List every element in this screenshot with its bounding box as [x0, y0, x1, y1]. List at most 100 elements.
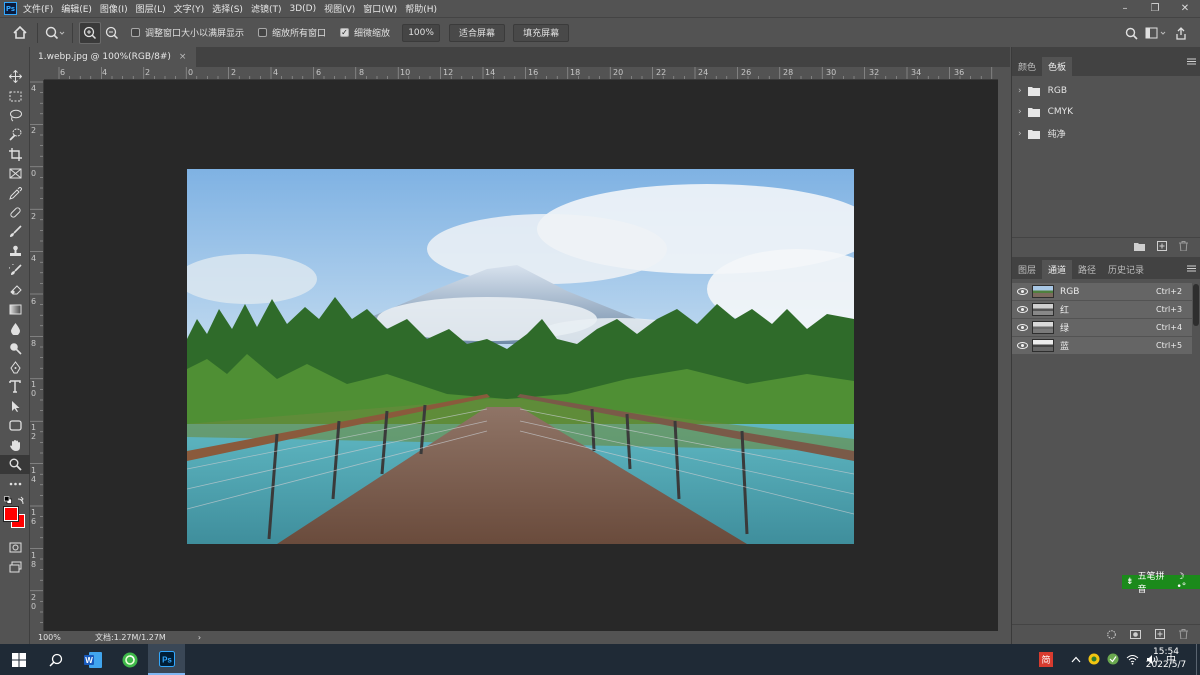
- new-swatch-icon[interactable]: [1157, 241, 1167, 251]
- channel-row-red[interactable]: 红 Ctrl+3: [1012, 301, 1192, 319]
- quick-mask-icon[interactable]: [0, 538, 30, 557]
- default-colors-icon[interactable]: [4, 495, 12, 507]
- status-zoom-value[interactable]: 100%: [38, 633, 93, 642]
- document-tab[interactable]: 1.webp.jpg @ 100%(RGB/8#) ×: [30, 47, 197, 67]
- channel-row-green[interactable]: 绿 Ctrl+4: [1012, 319, 1192, 337]
- gradient-tool-icon[interactable]: [0, 300, 30, 319]
- panel-menu-icon[interactable]: [1187, 265, 1196, 275]
- windows-start-icon[interactable]: [0, 644, 37, 675]
- tab-color[interactable]: 颜色: [1012, 57, 1042, 76]
- chevron-right-icon[interactable]: ›: [1018, 107, 1022, 117]
- vertical-ruler[interactable]: 4 2 0 2 4 6 8 1 0 1 2 1 4 1 6 1 8 2 0: [30, 80, 44, 631]
- zoom-tool-preset-icon[interactable]: [44, 22, 66, 44]
- resize-windows-checkbox[interactable]: 调整窗口大小以满屏显示: [131, 26, 244, 39]
- move-tool-icon[interactable]: [0, 67, 30, 86]
- menu-select[interactable]: 选择(S): [212, 2, 243, 15]
- vertical-scrollbar[interactable]: [998, 67, 1010, 631]
- tab-history[interactable]: 历史记录: [1102, 260, 1150, 279]
- tab-paths[interactable]: 路径: [1072, 260, 1102, 279]
- checkmark-icon[interactable]: ✓: [340, 28, 350, 37]
- eye-icon[interactable]: [1017, 288, 1028, 295]
- zoom-all-windows-checkbox[interactable]: 缩放所有窗口: [258, 26, 326, 39]
- word-app-icon[interactable]: W: [74, 644, 111, 675]
- tab-channels[interactable]: 通道: [1042, 260, 1073, 279]
- swatch-group-cmyk[interactable]: › CMYK: [1012, 102, 1200, 124]
- rectangle-tool-icon[interactable]: [0, 416, 30, 435]
- new-group-folder-icon[interactable]: [1134, 242, 1145, 251]
- menu-type[interactable]: 文字(Y): [174, 2, 205, 15]
- channel-row-blue[interactable]: 蓝 Ctrl+5: [1012, 337, 1192, 355]
- zoom-tool-icon[interactable]: [0, 454, 30, 475]
- channels-scrollbar[interactable]: [1193, 284, 1199, 326]
- menu-window[interactable]: 窗口(W): [363, 2, 397, 15]
- restore-icon[interactable]: ❐: [1140, 0, 1170, 17]
- close-icon[interactable]: ✕: [1170, 0, 1200, 17]
- brush-tool-icon[interactable]: [0, 222, 30, 241]
- zoom-out-icon[interactable]: [101, 22, 123, 44]
- scrubby-zoom-checkbox[interactable]: ✓ 细微缩放: [340, 26, 390, 39]
- search-icon[interactable]: [37, 644, 74, 675]
- clock[interactable]: 15:54 2022/5/7: [1142, 646, 1190, 672]
- path-selection-tool-icon[interactable]: [0, 397, 30, 416]
- fill-screen-button[interactable]: 填充屏幕: [513, 23, 570, 42]
- hand-tool-icon[interactable]: [0, 435, 30, 454]
- swap-colors-icon[interactable]: [17, 496, 26, 508]
- pen-tool-icon[interactable]: [0, 358, 30, 377]
- minimize-icon[interactable]: –: [1110, 0, 1140, 17]
- tab-layers[interactable]: 图层: [1012, 260, 1042, 279]
- channel-row-rgb[interactable]: RGB Ctrl+2: [1012, 283, 1192, 301]
- menu-filter[interactable]: 滤镜(T): [251, 2, 282, 15]
- chevron-right-icon[interactable]: ›: [1018, 129, 1022, 139]
- eyedropper-tool-icon[interactable]: [0, 183, 30, 202]
- frame-tool-icon[interactable]: [0, 164, 30, 183]
- canvas-area[interactable]: [44, 80, 998, 631]
- tray-green-icon[interactable]: [1107, 653, 1119, 665]
- zoom-in-icon[interactable]: [79, 21, 101, 44]
- load-selection-icon[interactable]: [1107, 629, 1116, 639]
- workspace-icon[interactable]: [1142, 22, 1170, 44]
- chevron-right-icon[interactable]: ›: [1018, 86, 1022, 96]
- search-icon[interactable]: [1120, 22, 1142, 44]
- tab-swatches[interactable]: 色板: [1042, 57, 1073, 76]
- checkbox-unchecked[interactable]: [131, 28, 140, 37]
- status-menu-arrow-icon[interactable]: ›: [198, 633, 201, 642]
- eye-icon[interactable]: [1017, 342, 1028, 349]
- blur-tool-icon[interactable]: [0, 319, 30, 338]
- dodge-tool-icon[interactable]: [0, 338, 30, 357]
- new-channel-icon[interactable]: [1155, 629, 1165, 639]
- menu-edit[interactable]: 编辑(E): [61, 2, 92, 15]
- lasso-tool-icon[interactable]: [0, 106, 30, 125]
- menu-3d[interactable]: 3D(D): [289, 4, 316, 14]
- swatch-group-pure[interactable]: › 纯净: [1012, 123, 1200, 145]
- type-tool-icon[interactable]: [0, 377, 30, 396]
- menu-layer[interactable]: 图层(L): [136, 2, 166, 15]
- menu-help[interactable]: 帮助(H): [405, 2, 437, 15]
- checkbox-unchecked[interactable]: [258, 28, 268, 37]
- eye-icon[interactable]: [1017, 306, 1028, 313]
- photoshop-app-icon[interactable]: Ps: [148, 644, 185, 675]
- swatch-group-rgb[interactable]: › RGB: [1012, 80, 1200, 102]
- screen-mode-icon[interactable]: [0, 557, 30, 576]
- browser-app-icon[interactable]: [111, 644, 148, 675]
- share-icon[interactable]: [1170, 22, 1192, 44]
- trash-icon[interactable]: [1179, 241, 1188, 251]
- marquee-tool-icon[interactable]: [0, 86, 30, 105]
- ime-toolbar[interactable]: ⇟ 五笔拼音 ☽ •°: [1122, 572, 1200, 595]
- foreground-color-swatch[interactable]: [4, 506, 18, 521]
- wifi-icon[interactable]: [1126, 654, 1139, 665]
- menu-view[interactable]: 视图(V): [324, 2, 355, 15]
- show-desktop-button[interactable]: [1196, 644, 1200, 675]
- history-brush-tool-icon[interactable]: [0, 261, 30, 280]
- fit-screen-button[interactable]: 适合屏幕: [449, 23, 506, 42]
- horizontal-ruler[interactable]: 6 4 2 0 2 4 6 8 10 12 14 16 18 20 22 24 …: [44, 67, 998, 80]
- save-selection-icon[interactable]: [1130, 629, 1141, 639]
- quick-selection-tool-icon[interactable]: [0, 125, 30, 144]
- close-tab-icon[interactable]: ×: [179, 52, 187, 62]
- more-tools-icon[interactable]: [0, 474, 30, 493]
- zoom-value-field[interactable]: 100%: [402, 23, 441, 42]
- menu-image[interactable]: 图像(I): [100, 2, 128, 15]
- eraser-tool-icon[interactable]: [0, 280, 30, 299]
- menu-file[interactable]: 文件(F): [23, 2, 53, 15]
- trash-icon[interactable]: [1179, 629, 1188, 639]
- healing-brush-tool-icon[interactable]: [0, 203, 30, 222]
